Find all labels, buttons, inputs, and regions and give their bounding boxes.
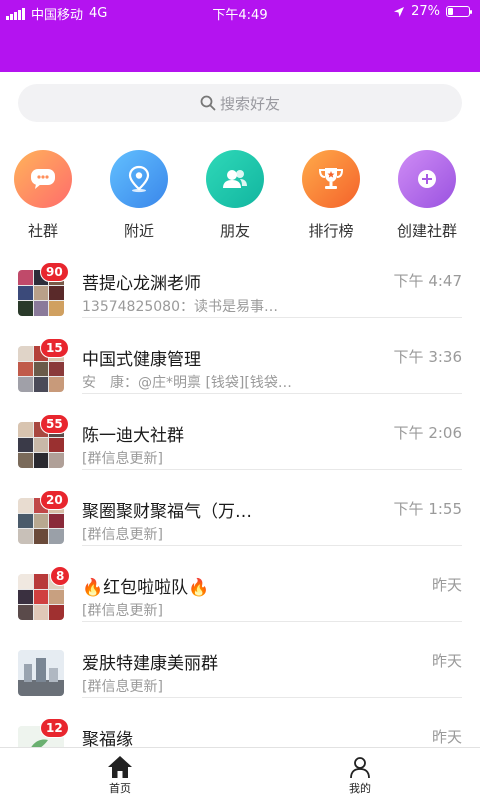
last-message: 安 康：@庄*明禀 [钱袋][钱袋… bbox=[82, 375, 292, 391]
chat-bubble-icon bbox=[14, 150, 72, 208]
group-avatar bbox=[18, 650, 64, 696]
battery-percent: 27% bbox=[411, 4, 440, 19]
shortcut-nearby[interactable]: 附近 bbox=[91, 150, 187, 241]
timestamp: 昨天 bbox=[431, 728, 462, 746]
group-name: 聚圈聚财聚福气（万… bbox=[82, 502, 252, 522]
search-icon bbox=[200, 95, 216, 111]
tab-label: 首页 bbox=[109, 782, 131, 795]
group-name: 中国式健康管理 bbox=[82, 350, 201, 370]
group-name: 🔥红包啦啦队🔥 bbox=[82, 578, 210, 598]
last-message: [群信息更新] bbox=[82, 451, 163, 467]
last-message: 13574825080：读书是易事… bbox=[82, 299, 278, 315]
last-message: [群信息更新] bbox=[82, 527, 163, 543]
shortcut-label: 附近 bbox=[123, 222, 154, 240]
shortcut-label: 社群 bbox=[27, 222, 58, 240]
shortcut-create-community[interactable]: 创建社群 bbox=[379, 150, 475, 241]
shortcut-label: 创建社群 bbox=[396, 222, 457, 240]
unread-badge: 55 bbox=[40, 414, 69, 434]
search-placeholder: 搜索好友 bbox=[219, 94, 280, 113]
group-row[interactable]: 8 🔥红包啦啦队🔥 [群信息更新] 昨天 bbox=[0, 546, 480, 622]
group-row[interactable]: 爱肤特建康美丽群 [群信息更新] 昨天 bbox=[0, 622, 480, 698]
group-name: 菩提心龙渊老师 bbox=[82, 274, 201, 294]
bottom-tab-bar: 首页 我的 bbox=[0, 747, 480, 800]
search-input[interactable]: 搜索好友 bbox=[18, 84, 462, 122]
status-bar: 中国移动 4G 下午4:49 27% bbox=[0, 0, 480, 24]
unread-badge: 8 bbox=[50, 566, 71, 586]
unread-badge: 20 bbox=[40, 490, 69, 510]
timestamp: 下午 3:36 bbox=[393, 348, 462, 366]
home-icon bbox=[60, 754, 180, 780]
group-row[interactable]: 90 菩提心龙渊老师 13574825080：读书是易事… 下午 4:47 bbox=[0, 242, 480, 318]
group-row[interactable]: 55 陈一迪大社群 [群信息更新] 下午 2:06 bbox=[0, 394, 480, 470]
shortcut-community[interactable]: 社群 bbox=[0, 150, 91, 241]
timestamp: 昨天 bbox=[431, 652, 462, 670]
timestamp: 昨天 bbox=[431, 576, 462, 594]
shortcut-friends[interactable]: 朋友 bbox=[187, 150, 283, 241]
plus-circle-icon bbox=[398, 150, 456, 208]
group-name: 陈一迪大社群 bbox=[82, 426, 184, 446]
user-icon bbox=[300, 754, 420, 780]
group-row[interactable]: 15 中国式健康管理 安 康：@庄*明禀 [钱袋][钱袋… 下午 3:36 bbox=[0, 318, 480, 394]
shortcut-ranking[interactable]: 排行榜 bbox=[283, 150, 379, 241]
tab-mine[interactable]: 我的 bbox=[300, 754, 420, 796]
timestamp: 下午 2:06 bbox=[393, 424, 462, 442]
last-message: [群信息更新] bbox=[82, 603, 163, 619]
tab-label: 我的 bbox=[349, 782, 371, 795]
trophy-icon bbox=[302, 150, 360, 208]
header-bar bbox=[0, 24, 480, 72]
unread-badge: 12 bbox=[40, 718, 69, 738]
location-pin-icon bbox=[110, 150, 168, 208]
shortcut-label: 朋友 bbox=[219, 222, 250, 240]
group-row[interactable]: 20 聚圈聚财聚福气（万… [群信息更新] 下午 1:55 bbox=[0, 470, 480, 546]
clock: 下午4:49 bbox=[212, 8, 268, 23]
group-name: 爱肤特建康美丽群 bbox=[82, 654, 218, 674]
last-message: [群信息更新] bbox=[82, 679, 163, 695]
unread-badge: 15 bbox=[40, 338, 69, 358]
location-arrow-icon bbox=[394, 6, 405, 17]
tab-home[interactable]: 首页 bbox=[60, 754, 180, 796]
timestamp: 下午 1:55 bbox=[393, 500, 462, 518]
battery-icon bbox=[446, 6, 472, 17]
shortcut-bar: 社群 附近 朋友 排行榜 创建社群 bbox=[0, 150, 480, 250]
timestamp: 下午 4:47 bbox=[393, 272, 462, 290]
people-icon bbox=[206, 150, 264, 208]
shortcut-label: 排行榜 bbox=[308, 222, 354, 240]
unread-badge: 90 bbox=[40, 262, 69, 282]
